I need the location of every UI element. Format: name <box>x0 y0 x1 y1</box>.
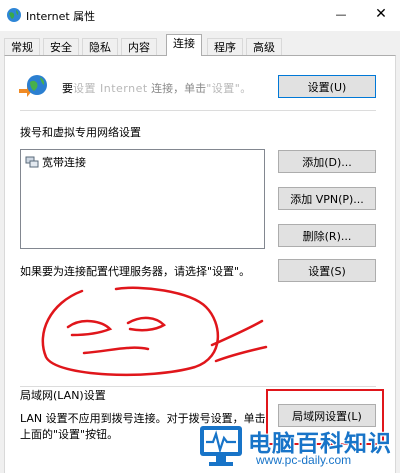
close-icon: ✕ <box>375 6 387 22</box>
lan-heading: 局域网(LAN)设置 <box>20 389 106 402</box>
globe-connect-icon <box>19 75 47 97</box>
connection-list[interactable]: 宽带连接 <box>20 149 265 249</box>
minimize-icon: — <box>335 7 347 21</box>
list-item-label: 宽带连接 <box>42 156 86 169</box>
watermark-url: www.pc-daily.com <box>256 453 352 467</box>
dialup-heading: 拨号和虚拟专用网络设置 <box>20 126 141 139</box>
tab-general[interactable]: 常规 <box>4 38 40 55</box>
separator <box>20 110 376 111</box>
tab-privacy[interactable]: 隐私 <box>82 38 118 55</box>
setup-button[interactable]: 设置(U) <box>278 75 376 98</box>
tab-connections[interactable]: 连接 <box>166 34 202 56</box>
setup-description: 要设置 Internet 连接，单击"设置"。 <box>62 82 252 95</box>
obscured-text: 设置 Internet <box>73 82 148 95</box>
internet-globe-icon <box>7 8 21 22</box>
red-scribble-annotation <box>41 286 268 377</box>
tab-programs[interactable]: 程序 <box>207 38 243 55</box>
settings-button[interactable]: 设置(S) <box>278 259 376 282</box>
tab-content[interactable]: 内容 <box>121 38 157 55</box>
lan-description-line2: 上面的"设置"按钮。 <box>20 428 119 441</box>
tab-security[interactable]: 安全 <box>43 38 79 55</box>
list-item[interactable]: 宽带连接 <box>25 154 86 170</box>
broadband-connection-icon <box>25 156 39 168</box>
minimize-button[interactable]: — <box>326 0 356 28</box>
tab-advanced[interactable]: 高级 <box>246 38 282 55</box>
add-vpn-button[interactable]: 添加 VPN(P)... <box>278 187 376 210</box>
remove-button[interactable]: 删除(R)... <box>278 224 376 247</box>
window-title: Internet 属性 <box>26 10 96 23</box>
watermark-logo-icon <box>200 426 242 466</box>
proxy-description: 如果要为连接配置代理服务器，请选择"设置"。 <box>20 265 251 278</box>
close-button[interactable]: ✕ <box>366 0 396 28</box>
add-button[interactable]: 添加(D)... <box>278 150 376 173</box>
